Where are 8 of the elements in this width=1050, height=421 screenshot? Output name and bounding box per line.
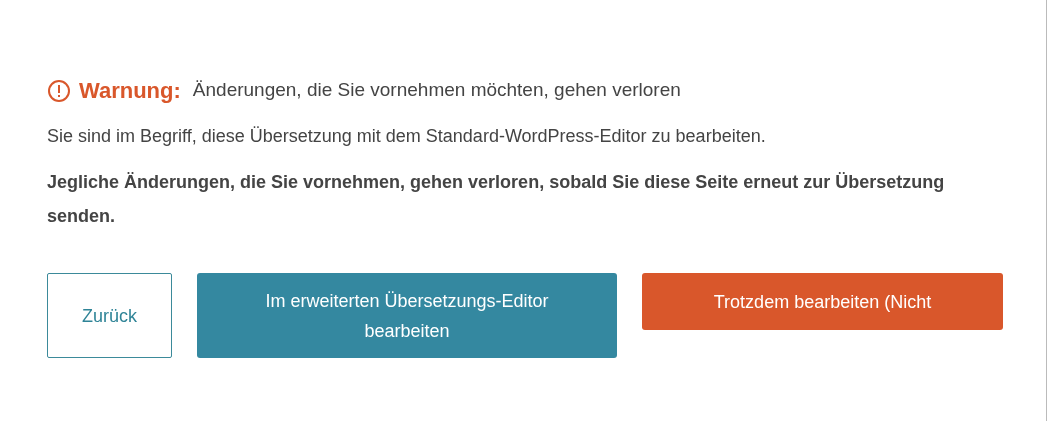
edit-button[interactable]: Trotzdem bearbeiten (Nicht bbox=[642, 273, 1003, 330]
edit-button[interactable]: Im erweiterten Übersetzungs-Editor bearbeiten bbox=[197, 273, 617, 358]
message-text: Sie sind im Begriff, diese Übersetzung mit dem Standard-WordPress-Editor zu bearbeiten. bbox=[47, 125, 767, 148]
back-button[interactable]: Zurück bbox=[47, 273, 172, 358]
warning-icon bbox=[47, 78, 71, 103]
warning-message: Änderungen, die Sie vornehmen möchten, gehen verloren bbox=[192, 78, 681, 103]
warning-label: Warnung: bbox=[79, 77, 181, 105]
message-text: Jegliche Änderungen, die Sie vornehmen, gehen verloren, sobald Sie diese Seite erneut zur Übersetzung senden. bbox=[47, 171, 946, 228]
